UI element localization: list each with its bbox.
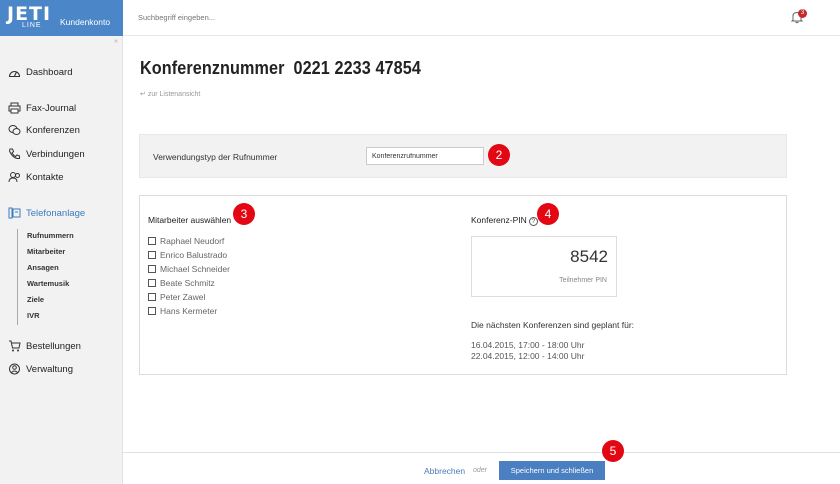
sidebar-item-label: Verbindungen bbox=[26, 148, 85, 160]
logo: JETI bbox=[7, 3, 52, 25]
back-link-label: zur Listenansicht bbox=[147, 91, 201, 98]
sidebar: JETI LINE Kundenkonto « Dashboard Fax-Jo… bbox=[0, 0, 123, 484]
pin-title-label: Konferenz-PIN bbox=[471, 215, 527, 225]
pin-title: Konferenz-PIN? bbox=[471, 215, 538, 226]
notification-badge: 3 bbox=[798, 9, 807, 18]
usage-type-section: Verwendungstyp der Rufnummer bbox=[139, 134, 787, 178]
employee-name: Enrico Balustrado bbox=[160, 250, 228, 260]
sidebar-item-label: Verwaltung bbox=[26, 363, 74, 375]
employee-item[interactable]: Hans Kermeter bbox=[148, 306, 217, 316]
step-marker: 5 bbox=[602, 440, 624, 462]
employee-name: Michael Schneider bbox=[160, 264, 230, 274]
sidebar-item-bestellungen[interactable]: Bestellungen bbox=[7, 340, 81, 352]
contacts-icon bbox=[7, 171, 21, 183]
page-title-label: Konferenznummer bbox=[140, 58, 285, 78]
subnav-item-mitarbeiter[interactable]: Mitarbeiter bbox=[27, 245, 74, 261]
back-arrow-icon: ↵ bbox=[140, 91, 146, 98]
dashboard-icon bbox=[7, 66, 21, 78]
usage-type-label: Verwendungstyp der Rufnummer bbox=[153, 152, 278, 162]
sidebar-item-label: Dashboard bbox=[26, 66, 73, 78]
sidebar-item-label: Fax-Journal bbox=[26, 102, 77, 114]
schedule-entry: 22.04.2015, 12:00 - 14:00 Uhr bbox=[471, 351, 585, 361]
employee-checkbox[interactable] bbox=[148, 293, 156, 301]
step-marker: 2 bbox=[488, 144, 510, 166]
logo-bar[interactable]: JETI LINE Kundenkonto bbox=[0, 0, 123, 36]
pin-value: 8542 bbox=[570, 247, 608, 266]
logo-sub: LINE bbox=[22, 22, 42, 29]
footer-bar: Abbrechen oder Speichern und schließen bbox=[123, 452, 840, 484]
collapse-sidebar-icon[interactable]: « bbox=[114, 38, 118, 45]
back-link[interactable]: ↵ zur Listenansicht bbox=[140, 90, 200, 98]
sidebar-item-telefonanlage[interactable]: Telefonanlage bbox=[7, 207, 85, 219]
subnav-item-ziele[interactable]: Ziele bbox=[27, 293, 74, 309]
printer-icon bbox=[7, 102, 21, 114]
step-marker: 3 bbox=[233, 203, 255, 225]
conference-icon bbox=[7, 124, 21, 136]
subnav-item-rufnummern[interactable]: Rufnummern bbox=[27, 229, 74, 245]
telefonanlage-submenu: Rufnummern Mitarbeiter Ansagen Wartemusi… bbox=[17, 229, 74, 325]
or-label: oder bbox=[473, 467, 488, 474]
employee-item[interactable]: Beate Schmitz bbox=[148, 278, 215, 288]
employee-name: Peter Zawel bbox=[160, 292, 206, 302]
schedule-title: Die nächsten Konferenzen sind geplant fü… bbox=[471, 320, 635, 330]
employee-checkbox[interactable] bbox=[148, 251, 156, 259]
pin-label: Teilnehmer PIN bbox=[559, 277, 607, 284]
sidebar-item-kontakte[interactable]: Kontakte bbox=[7, 171, 64, 183]
subnav-item-ivr[interactable]: IVR bbox=[27, 309, 74, 325]
sidebar-item-label: Konferenzen bbox=[26, 124, 80, 136]
account-label: Kundenkonto bbox=[60, 17, 111, 27]
phone-icon bbox=[7, 148, 21, 160]
employee-name: Hans Kermeter bbox=[160, 306, 218, 316]
sidebar-item-dashboard[interactable]: Dashboard bbox=[7, 66, 72, 78]
help-icon[interactable]: ? bbox=[528, 217, 538, 226]
usage-type-input[interactable] bbox=[366, 147, 484, 165]
employee-name: Beate Schmitz bbox=[160, 278, 215, 288]
page-title: Konferenznummer 0221 2233 47854 bbox=[140, 58, 421, 79]
sidebar-item-konferenzen[interactable]: Konferenzen bbox=[7, 124, 80, 136]
employee-item[interactable]: Michael Schneider bbox=[148, 264, 230, 274]
employee-name: Raphael Neudorf bbox=[160, 236, 225, 246]
search-input[interactable] bbox=[138, 13, 438, 22]
cart-icon bbox=[7, 340, 21, 352]
employee-checkbox[interactable] bbox=[148, 265, 156, 273]
sidebar-item-label: Kontakte bbox=[26, 171, 64, 183]
sidebar-item-fax-journal[interactable]: Fax-Journal bbox=[7, 102, 76, 114]
save-and-close-button[interactable]: Speichern und schließen bbox=[499, 461, 605, 480]
sidebar-item-label: Bestellungen bbox=[26, 340, 81, 352]
employee-item[interactable]: Peter Zawel bbox=[148, 292, 205, 302]
pin-box: 8542 Teilnehmer PIN bbox=[471, 236, 617, 297]
cancel-link[interactable]: Abbrechen bbox=[424, 466, 465, 476]
employee-checkbox[interactable] bbox=[148, 279, 156, 287]
pbx-icon bbox=[7, 207, 21, 219]
conference-number: 0221 2233 47854 bbox=[293, 58, 421, 78]
employee-checkbox[interactable] bbox=[148, 237, 156, 245]
step-marker: 4 bbox=[537, 203, 559, 225]
sidebar-item-verbindungen[interactable]: Verbindungen bbox=[7, 148, 85, 160]
sidebar-item-label: Telefonanlage bbox=[26, 207, 86, 219]
schedule-entry: 16.04.2015, 17:00 - 18:00 Uhr bbox=[471, 340, 585, 350]
sidebar-item-verwaltung[interactable]: Verwaltung bbox=[7, 363, 73, 375]
subnav-item-ansagen[interactable]: Ansagen bbox=[27, 261, 74, 277]
admin-icon bbox=[7, 363, 21, 375]
subnav-item-wartemusik[interactable]: Wartemusik bbox=[27, 277, 74, 293]
employee-checkbox[interactable] bbox=[148, 307, 156, 315]
employees-title: Mitarbeiter auswählen bbox=[148, 215, 232, 225]
employee-item[interactable]: Raphael Neudorf bbox=[148, 236, 224, 246]
employee-item[interactable]: Enrico Balustrado bbox=[148, 250, 227, 260]
top-bar: 3 bbox=[123, 0, 840, 36]
